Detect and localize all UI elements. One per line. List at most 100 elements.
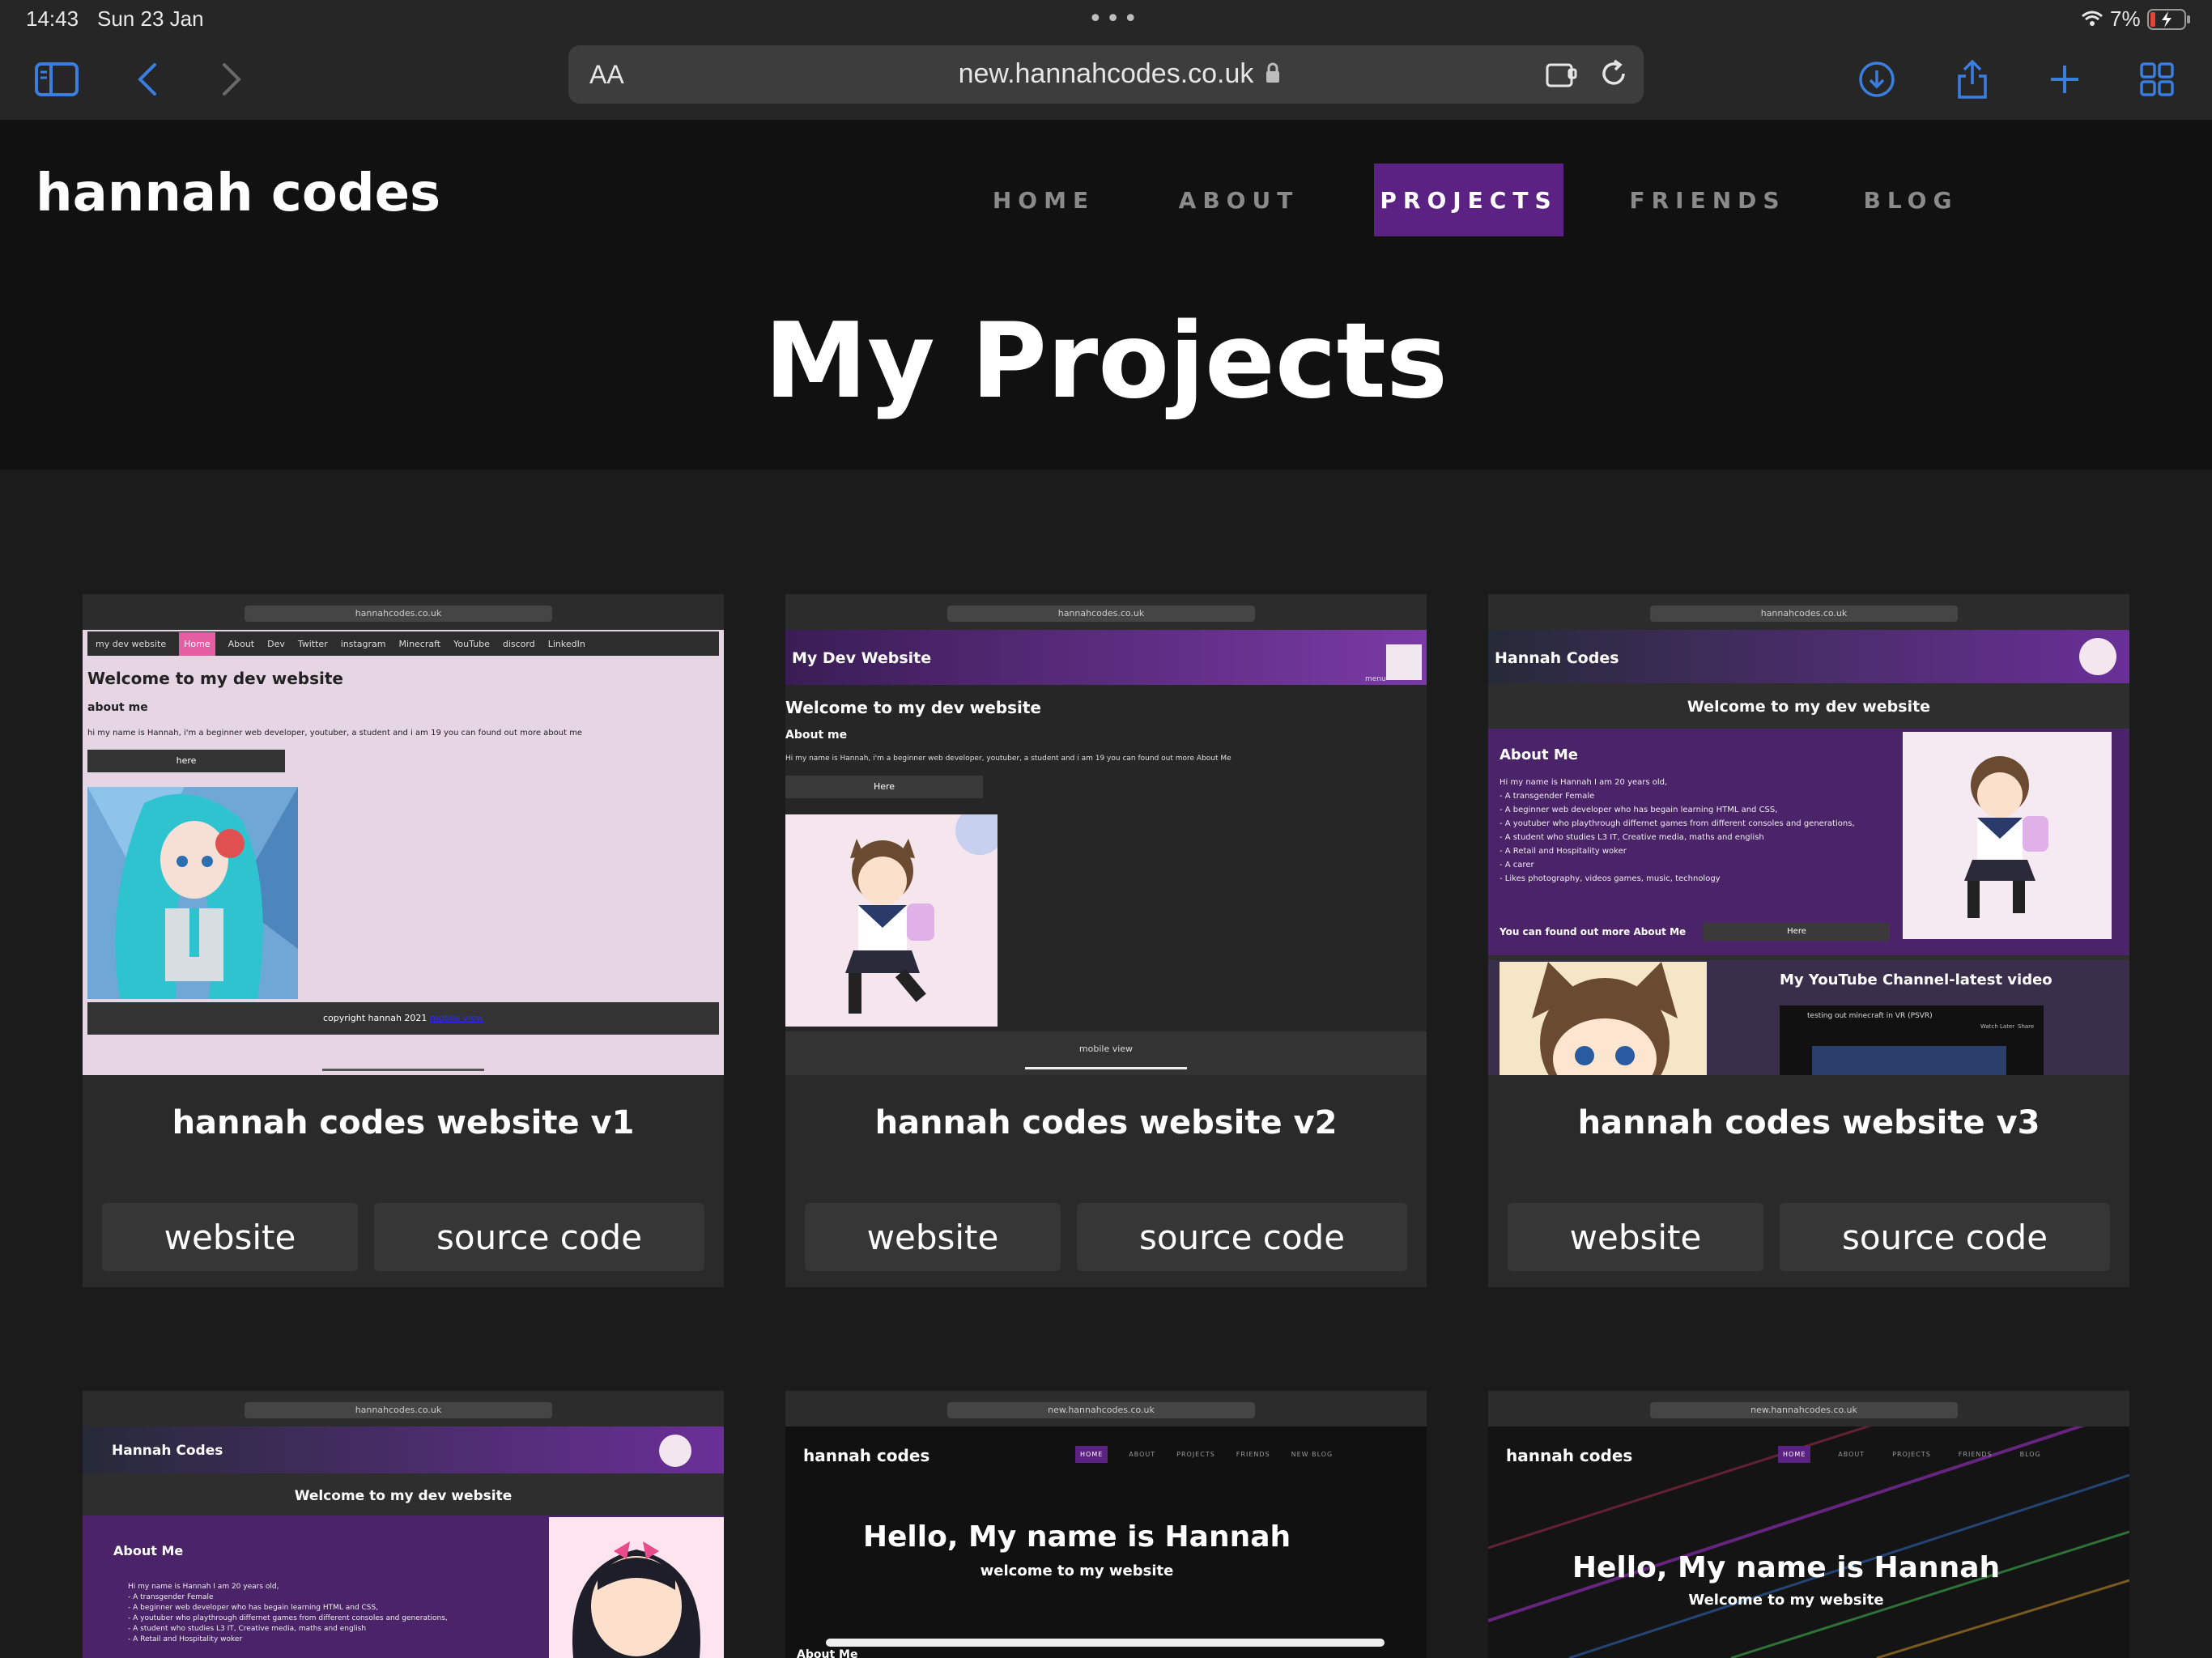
downloads-icon[interactable] bbox=[1851, 53, 1903, 105]
dark-hair-girl-illustration bbox=[549, 1517, 724, 1658]
mini-browser-chrome: new.hannahcodes.co.uk bbox=[1488, 1391, 2129, 1426]
v2-avatar bbox=[1386, 644, 1422, 680]
v1-nav-item: Twitter bbox=[297, 638, 328, 649]
project-title: hannah codes website v3 bbox=[1577, 1104, 2040, 1141]
v4-banner: Welcome to my dev website bbox=[294, 1488, 513, 1504]
v1-nav-item: YouTube bbox=[453, 638, 490, 649]
v2-brand: My Dev Website bbox=[792, 649, 932, 667]
v4-header: Hannah Codes bbox=[83, 1426, 724, 1473]
v3-brand: Hannah Codes bbox=[1495, 649, 1619, 667]
nav-projects[interactable]: PROJECTS bbox=[1374, 164, 1563, 236]
v1-nav-item: discord bbox=[502, 638, 535, 649]
project-thumbnail[interactable]: hannahcodes.co.uk Hannah Codes Welcome t… bbox=[1488, 594, 2129, 1075]
v3-about-panel: About Me Hi my name is Hannah I am 20 ye… bbox=[1488, 729, 2129, 955]
forward-icon[interactable] bbox=[206, 53, 257, 105]
battery-percent: 7% bbox=[2110, 6, 2141, 31]
v3-about-list: Hi my name is Hannah I am 20 years old, -… bbox=[1499, 778, 1855, 883]
nav-friends[interactable]: FRIENDS bbox=[1629, 164, 1779, 236]
website-button[interactable]: website bbox=[102, 1203, 358, 1271]
v1-here-button: here bbox=[87, 750, 285, 772]
nav-home[interactable]: HOME bbox=[983, 164, 1104, 236]
v3-share: Share bbox=[2018, 1023, 2035, 1030]
project-card-v6: new.hannahcodes.co.uk hannah codes HOME … bbox=[1488, 1391, 2129, 1658]
project-thumbnail[interactable]: new.hannahcodes.co.uk hannah codes HOME … bbox=[785, 1391, 1427, 1658]
project-card-v5: new.hannahcodes.co.uk hannah codes HOME … bbox=[785, 1391, 1427, 1658]
v2-body: Hi my name is Hannah, i'm a beginner web… bbox=[785, 755, 1231, 763]
v1-footer-text: copyright hannah 2021 bbox=[322, 1013, 428, 1023]
v3-youtube-title: My YouTube Channel-latest video bbox=[1780, 971, 2052, 988]
source-code-button[interactable]: source code bbox=[374, 1203, 704, 1271]
back-icon[interactable] bbox=[121, 53, 173, 105]
v2-here-button: Here bbox=[785, 776, 983, 798]
v2-subheading: About me bbox=[785, 729, 848, 742]
v3-here-button: Here bbox=[1704, 923, 1890, 941]
v1-footer: copyright hannah 2021 mobile view bbox=[87, 1002, 719, 1035]
v3-youtube-section: My YouTube Channel-latest video testing … bbox=[1488, 960, 2129, 1075]
anime-girl-illustration bbox=[785, 814, 998, 1027]
project-title: hannah codes website v1 bbox=[172, 1104, 635, 1141]
mini-url: new.hannahcodes.co.uk bbox=[1650, 1402, 1958, 1418]
site-logo[interactable]: hannah codes bbox=[36, 164, 440, 223]
v4-about-panel: About Me Hi my name is Hannah I am 20 ye… bbox=[83, 1516, 724, 1658]
nav-about[interactable]: ABOUT bbox=[1176, 164, 1302, 236]
project-card-v1: hannahcodes.co.uk my dev website Home Ab… bbox=[83, 594, 724, 1287]
source-code-button[interactable]: source code bbox=[1780, 1203, 2110, 1271]
v1-nav-item: About bbox=[228, 638, 255, 649]
v5-welcome: welcome to my website bbox=[980, 1562, 1174, 1579]
multitasking-dots-icon[interactable]: ••• bbox=[1088, 5, 1141, 33]
v4-about-list: Hi my name is Hannah I am 20 years old, -… bbox=[128, 1583, 448, 1643]
v2-heading: Welcome to my dev website bbox=[785, 698, 1041, 717]
v1-nav-item: instagram bbox=[340, 638, 386, 649]
v1-nav-item: Dev bbox=[267, 638, 285, 649]
site-header: hannah codes HOME ABOUT PROJECTS FRIENDS… bbox=[0, 121, 2212, 470]
tabs-overview-icon[interactable] bbox=[2131, 53, 2183, 105]
cat-girl-avatar bbox=[1499, 962, 1707, 1075]
v1-heading: Welcome to my dev website bbox=[87, 669, 343, 688]
v3-banner: Welcome to my dev website bbox=[1687, 698, 1931, 716]
v6-hello: Hello, My name is Hannah bbox=[1572, 1551, 2001, 1584]
page-title: My Projects bbox=[764, 301, 1448, 422]
project-thumbnail[interactable]: hannahcodes.co.uk Hannah Codes Welcome t… bbox=[83, 1391, 724, 1658]
v4-brand: Hannah Codes bbox=[112, 1443, 223, 1459]
project-card-v4: hannahcodes.co.uk Hannah Codes Welcome t… bbox=[83, 1391, 724, 1658]
source-code-button[interactable]: source code bbox=[1077, 1203, 1407, 1271]
v5-about: About Me bbox=[797, 1648, 858, 1658]
reload-icon[interactable] bbox=[1598, 58, 1629, 89]
status-time: 14:43 bbox=[26, 6, 79, 31]
website-button[interactable]: website bbox=[1508, 1203, 1763, 1271]
mini-browser-chrome: hannahcodes.co.uk bbox=[83, 594, 724, 630]
v1-nav-item: my dev website bbox=[96, 638, 167, 649]
v3-header: Hannah Codes bbox=[1488, 630, 2129, 683]
mini-url: hannahcodes.co.uk bbox=[245, 1402, 552, 1418]
status-date: Sun 23 Jan bbox=[97, 6, 204, 31]
project-thumbnail[interactable]: hannahcodes.co.uk My Dev Website menu We… bbox=[785, 594, 1427, 1075]
v3-more-text: You can found out more About Me bbox=[1499, 926, 1687, 937]
website-button[interactable]: website bbox=[805, 1203, 1061, 1271]
mini-browser-chrome: hannahcodes.co.uk bbox=[785, 594, 1427, 630]
project-thumbnail[interactable]: hannahcodes.co.uk my dev website Home Ab… bbox=[83, 594, 724, 1075]
v2-header: My Dev Website menu bbox=[785, 630, 1427, 685]
project-thumbnail[interactable]: new.hannahcodes.co.uk hannah codes HOME … bbox=[1488, 1391, 2129, 1658]
project-card-v2: hannahcodes.co.uk My Dev Website menu We… bbox=[785, 594, 1427, 1287]
share-icon[interactable] bbox=[1946, 53, 1998, 105]
v1-nav-item: LinkedIn bbox=[547, 638, 585, 649]
mini-url: new.hannahcodes.co.uk bbox=[947, 1402, 1255, 1418]
v5-hello: Hello, My name is Hannah bbox=[862, 1520, 1291, 1554]
extensions-icon[interactable] bbox=[1545, 60, 1579, 89]
lock-icon bbox=[1266, 62, 1279, 83]
project-title: hannah codes website v2 bbox=[874, 1104, 1338, 1141]
nav-blog[interactable]: BLOG bbox=[1862, 164, 1959, 236]
address-bar[interactable]: AA new.hannahcodes.co.uk bbox=[568, 45, 1644, 104]
url-text[interactable]: new.hannahcodes.co.uk bbox=[568, 58, 1644, 90]
v3-about-title: About Me bbox=[1499, 746, 1578, 763]
status-bar: 14:43 Sun 23 Jan ••• 7% bbox=[0, 0, 2212, 39]
v2-menu: menu bbox=[1365, 675, 1386, 683]
mini-url: hannahcodes.co.uk bbox=[245, 606, 552, 622]
new-tab-icon[interactable] bbox=[2039, 53, 2091, 105]
mini-browser-chrome: hannahcodes.co.uk bbox=[1488, 594, 2129, 630]
v3-youtube-video-title: testing out minecraft in VR (PSVR) bbox=[1807, 1012, 1933, 1020]
v5-logo: hannah codes bbox=[803, 1446, 930, 1465]
project-card-v3: hannahcodes.co.uk Hannah Codes Welcome t… bbox=[1488, 594, 2129, 1287]
battery-icon bbox=[2147, 9, 2190, 30]
sidebar-icon[interactable] bbox=[31, 53, 83, 105]
